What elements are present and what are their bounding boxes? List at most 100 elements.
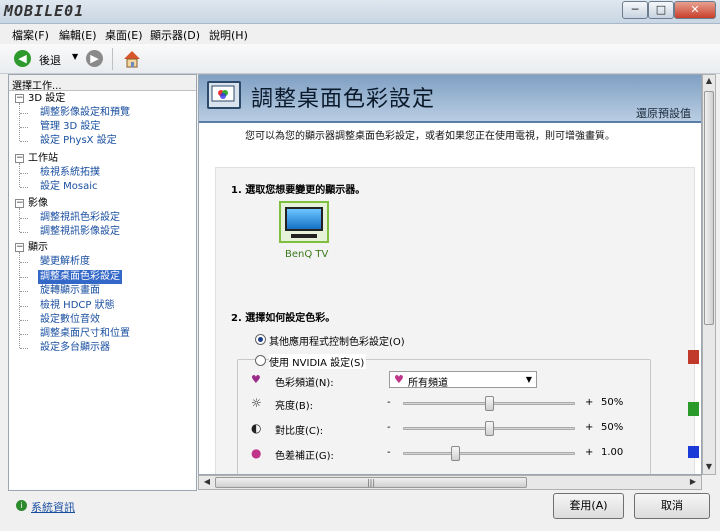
display-label: BenQ TV — [285, 249, 329, 260]
tree-item-rotate[interactable]: 旋轉顯示畫面 — [40, 284, 100, 298]
collapse-icon[interactable]: − — [15, 154, 24, 163]
slider-track[interactable] — [403, 452, 575, 455]
footer-bar: i 系統資訊 套用(A) 取消 — [0, 491, 720, 531]
slider-plus: + — [585, 447, 594, 458]
menu-edit[interactable]: 編輯(E) — [59, 27, 97, 43]
menu-display[interactable]: 顯示器(D) — [150, 27, 200, 43]
forward-arrow-icon[interactable]: ▶ — [86, 50, 103, 67]
tree-item-video-color[interactable]: 調整視訊色彩設定 — [40, 211, 120, 225]
menu-desktop[interactable]: 桌面(E) — [105, 27, 143, 43]
tree-item-image-preview[interactable]: 調整影像設定和預覽 — [40, 106, 130, 120]
menu-file[interactable]: 檔案(F) — [12, 27, 49, 43]
slider-label: 對比度(C): — [275, 426, 324, 437]
horizontal-scroll-thumb[interactable]: ||| — [215, 477, 527, 488]
display-benq-tv[interactable] — [279, 201, 329, 243]
slider-value: 50% — [601, 422, 624, 433]
color-channel-icon: ♥ — [251, 373, 261, 386]
color-settings-icon — [207, 81, 241, 109]
restore-defaults-link[interactable]: 還原預設值 — [636, 105, 691, 121]
tree-item-physx[interactable]: 設定 PhysX 設定 — [40, 134, 117, 148]
slider-minus: - — [387, 422, 391, 433]
radio-other-app-label: 其他應用程式控制色彩設定(O) — [269, 337, 405, 348]
maximize-button[interactable]: □ — [648, 1, 674, 19]
radio-other-app[interactable] — [255, 334, 266, 345]
back-button-label[interactable]: 後退 — [39, 52, 61, 68]
back-dropdown-icon[interactable]: ▼ — [72, 52, 78, 61]
scroll-up-icon[interactable]: ▲ — [703, 75, 715, 88]
color-swatch-blue — [688, 446, 699, 458]
monitor-icon — [285, 207, 323, 231]
cancel-button[interactable]: 取消 — [634, 493, 710, 519]
color-channel-label: 色彩頻道(N): — [275, 378, 334, 389]
collapse-icon[interactable]: − — [15, 199, 24, 208]
tree-item-manage-3d[interactable]: 管理 3D 設定 — [40, 120, 100, 134]
tree-line — [19, 103, 20, 141]
tree-item-desktop-color[interactable]: 調整桌面色彩設定 — [38, 270, 122, 284]
tree-item-hdcp[interactable]: 檢視 HDCP 狀態 — [40, 299, 115, 313]
system-info-link[interactable]: 系統資訊 — [31, 499, 75, 515]
menu-help[interactable]: 說明(H) — [209, 27, 248, 43]
slider-minus: - — [387, 397, 391, 408]
tree-item-multi-display[interactable]: 設定多台顯示器 — [40, 341, 110, 355]
main-panel: 調整桌面色彩設定 還原預設值 您可以為您的顯示器調整桌面色彩設定，或者如果您正在… — [198, 74, 702, 475]
back-arrow-icon[interactable]: ◀ — [14, 50, 31, 67]
minimize-button[interactable]: ─ — [622, 1, 648, 19]
tree-item-mosaic[interactable]: 設定 Mosaic — [40, 180, 98, 194]
color-channel-select[interactable]: ♥ 所有頻道 ▼ — [389, 371, 537, 389]
toolbar-divider — [112, 48, 113, 70]
collapse-icon[interactable]: − — [15, 94, 24, 103]
page-title: 調整桌面色彩設定 — [251, 87, 436, 112]
tree-item-video-image[interactable]: 調整視訊影像設定 — [40, 225, 120, 239]
collapse-icon[interactable]: − — [15, 243, 24, 252]
color-swatch-red — [688, 350, 699, 364]
tree-line — [19, 163, 20, 187]
slider-thumb[interactable] — [485, 421, 494, 436]
section-color-method-title: 2. 選擇如何設定色彩。 — [231, 313, 336, 324]
slider-minus: - — [387, 447, 391, 458]
app-logo: MOBILE01 — [4, 2, 85, 20]
vertical-scrollbar[interactable]: ▲ ▼ — [702, 74, 716, 475]
radio-nvidia[interactable] — [255, 355, 266, 366]
tree-group-display[interactable]: 顯示 — [28, 241, 48, 255]
contrast-icon: ◐ — [251, 421, 262, 435]
banner-divider — [199, 121, 701, 123]
horizontal-scrollbar[interactable]: ◀ ||| ▶ — [198, 475, 702, 490]
page-banner: 調整桌面色彩設定 還原預設值 — [199, 75, 701, 121]
slider-label: 色差補正(G): — [275, 451, 334, 462]
menu-bar: 檔案(F) 編輯(E) 桌面(E) 顯示器(D) 說明(H) — [0, 24, 720, 44]
home-icon[interactable] — [122, 49, 142, 69]
slider-thumb[interactable] — [450, 446, 460, 461]
color-swatch-green — [688, 402, 699, 416]
monitor-stand — [291, 234, 317, 238]
brightness-icon: ☼ — [251, 396, 262, 410]
tree-group-video[interactable]: 影像 — [28, 197, 48, 211]
tree-item-resolution[interactable]: 變更解析度 — [40, 255, 90, 269]
slider-plus: + — [585, 422, 594, 433]
slider-plus: + — [585, 397, 594, 408]
tree-item-audio[interactable]: 設定數位音效 — [40, 313, 100, 327]
title-bar: MOBILE01 ─ □ ✕ — [0, 0, 720, 24]
tree-group-3d[interactable]: 3D 設定 — [28, 92, 65, 106]
slider-label: 亮度(B): — [275, 401, 314, 412]
vertical-scroll-thumb[interactable] — [704, 91, 714, 325]
task-sidebar: 選擇工作... − 3D 設定 調整影像設定和預覽 管理 3D 設定 設定 Ph… — [8, 74, 197, 491]
slider-thumb[interactable] — [485, 396, 494, 411]
sidebar-title: 選擇工作... — [9, 75, 196, 92]
toolbar: ◀ 後退 ▼ ▶ — [0, 44, 720, 74]
close-button[interactable]: ✕ — [674, 1, 716, 19]
channel-rgb-icon: ♥ — [394, 373, 404, 386]
slider-value: 50% — [601, 397, 624, 408]
gamma-icon: ● — [251, 446, 262, 460]
chevron-down-icon: ▼ — [525, 375, 532, 384]
scroll-right-icon[interactable]: ▶ — [687, 476, 699, 489]
tree-item-topology[interactable]: 檢視系統拓撲 — [40, 166, 100, 180]
scroll-down-icon[interactable]: ▼ — [703, 461, 715, 474]
tree-line — [19, 208, 20, 232]
section-select-display-title: 1. 選取您想要變更的顯示器。 — [231, 185, 366, 196]
page-description: 您可以為您的顯示器調整桌面色彩設定，或者如果您正在使用電視，則可增強畫質。 — [245, 131, 615, 142]
tree-group-workstation[interactable]: 工作站 — [28, 152, 58, 166]
apply-button[interactable]: 套用(A) — [553, 493, 624, 519]
scroll-left-icon[interactable]: ◀ — [201, 476, 213, 489]
tree-item-desktop-size[interactable]: 調整桌面尺寸和位置 — [40, 327, 130, 341]
color-channel-value: 所有頻道 — [408, 378, 448, 389]
